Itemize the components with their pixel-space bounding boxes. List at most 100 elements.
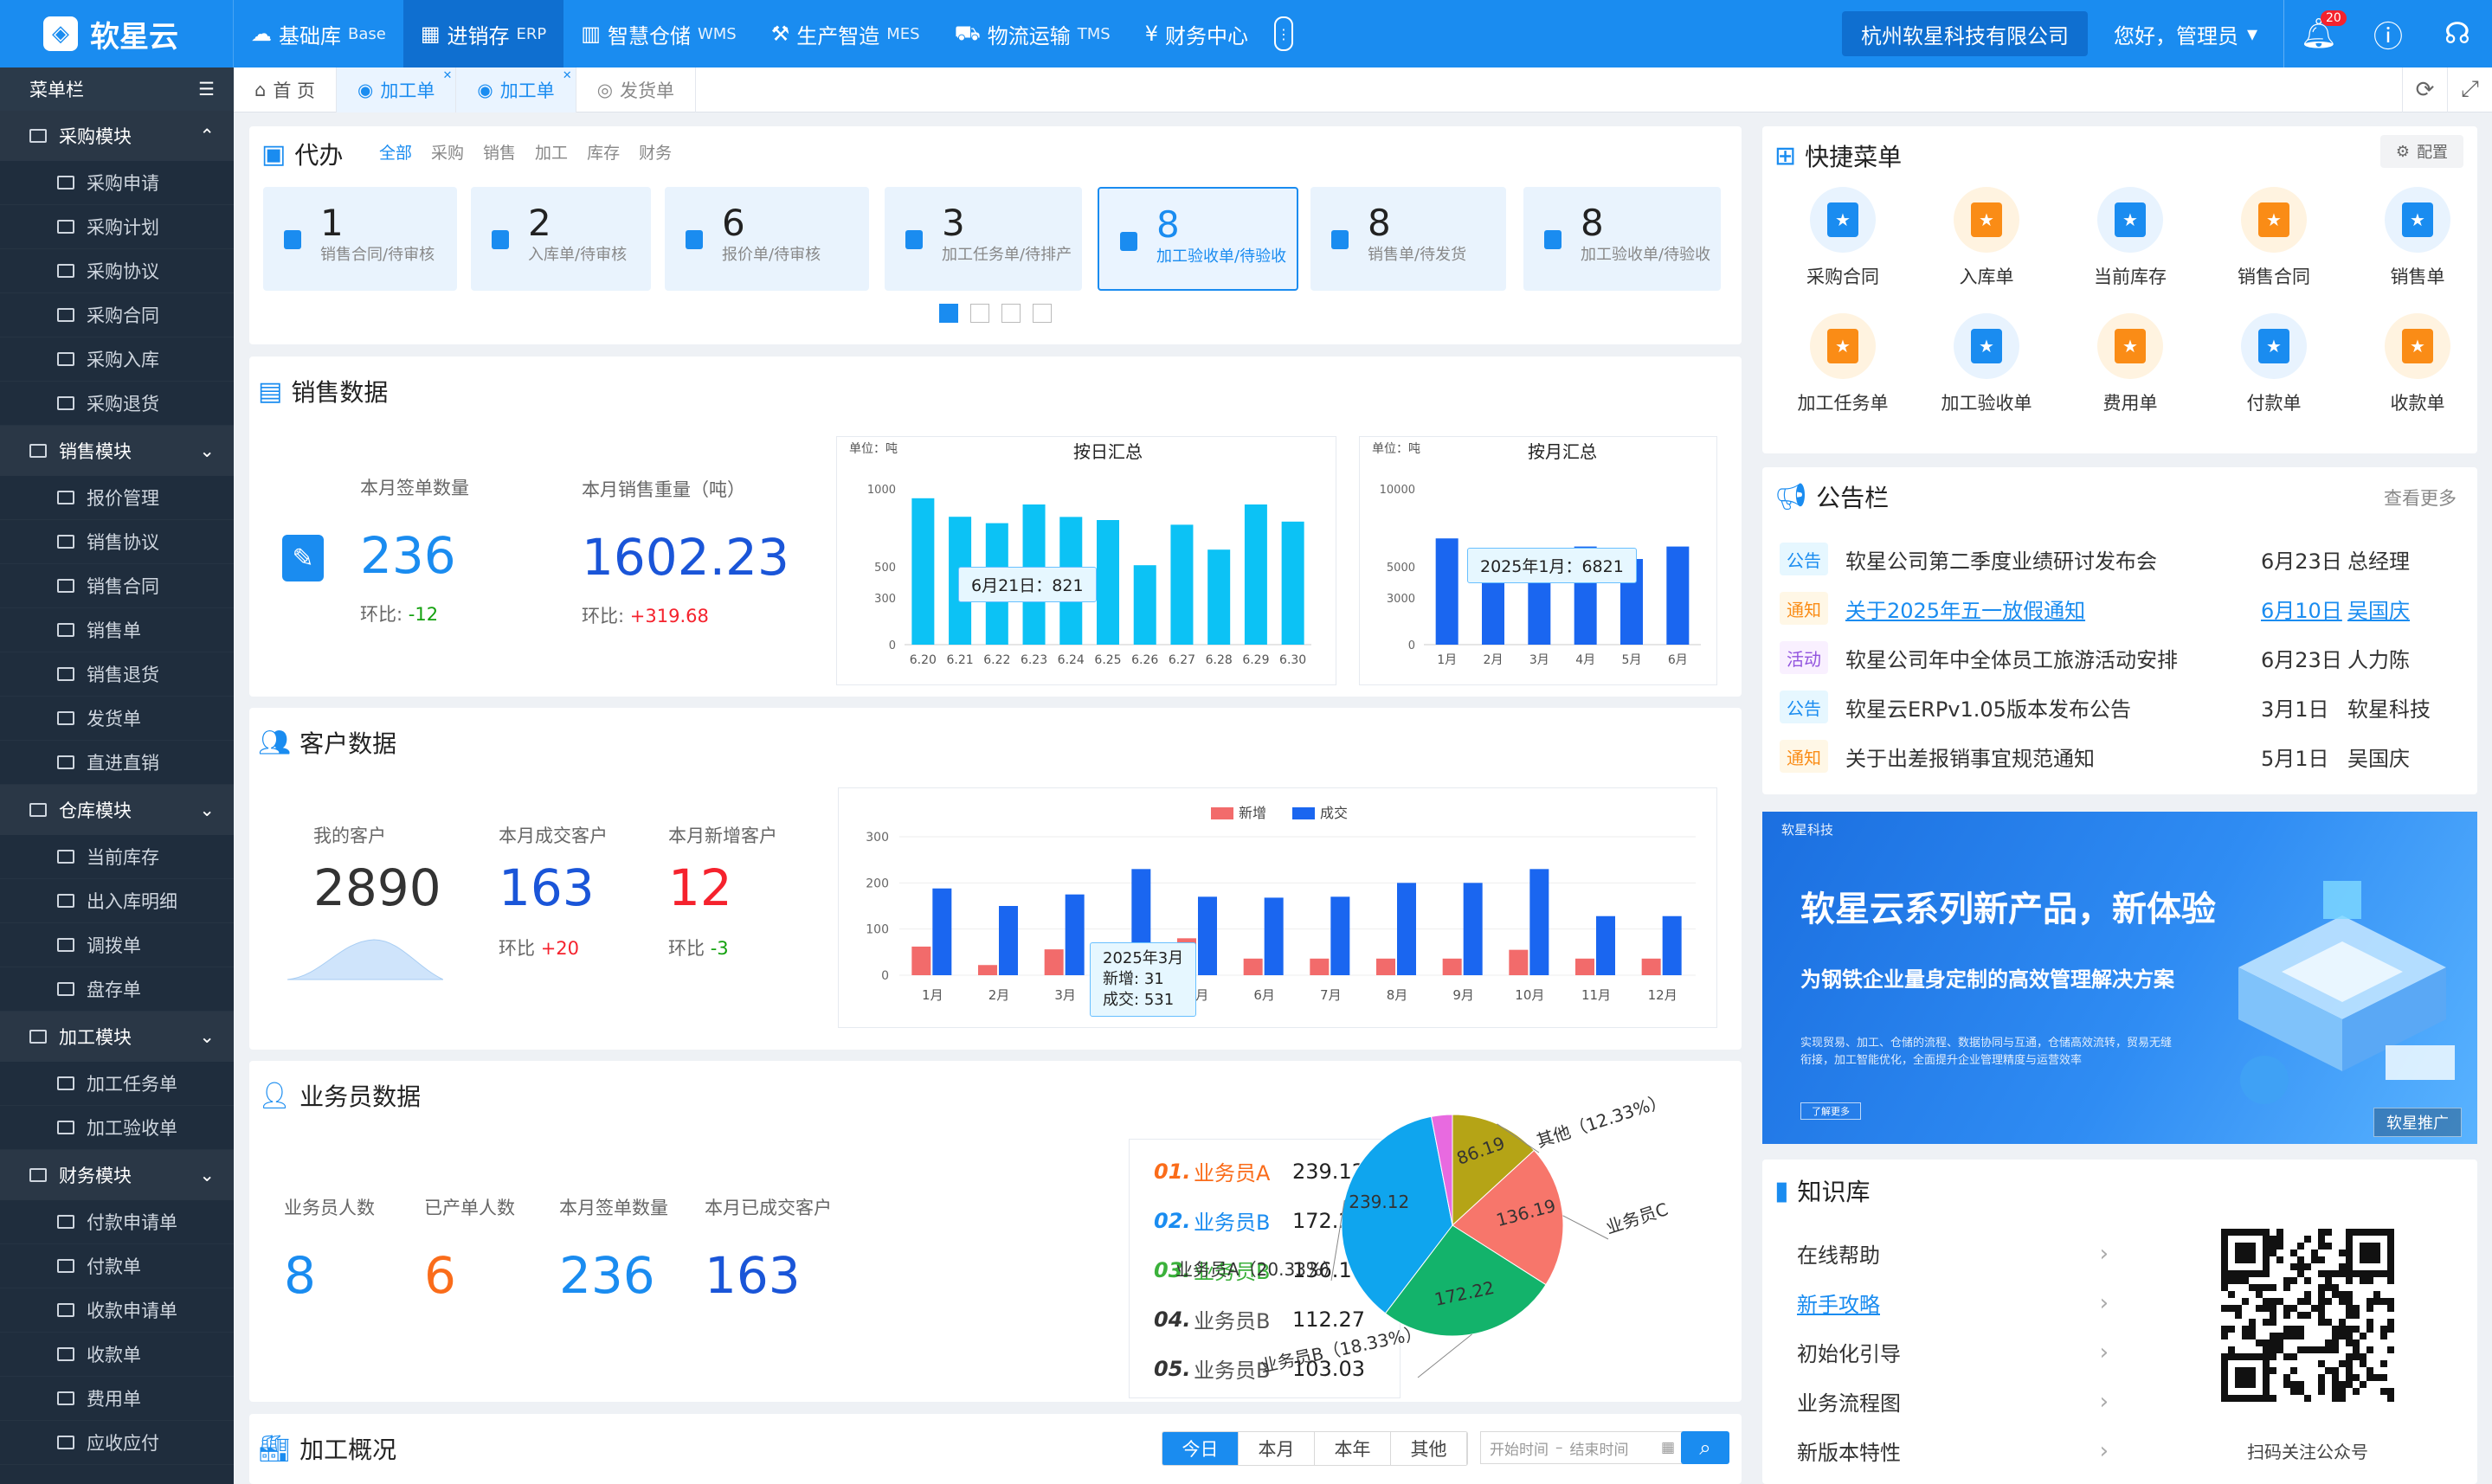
bar[interactable]: [911, 498, 935, 645]
sidebar-item[interactable]: 收款单: [0, 1333, 234, 1377]
bar[interactable]: [1207, 549, 1231, 645]
sidebar-item[interactable]: 报价管理: [0, 476, 234, 520]
carousel-dot[interactable]: [970, 304, 989, 323]
bar[interactable]: [1509, 949, 1529, 975]
nav-store[interactable]: ▦ 进销存 ERP: [402, 0, 564, 67]
bar[interactable]: [1529, 869, 1549, 975]
sidebar-item[interactable]: 销售单: [0, 608, 234, 652]
knowledge-item[interactable]: 新手攻略 ›: [1797, 1278, 2109, 1327]
bar[interactable]: [1596, 915, 1615, 975]
knowledge-item[interactable]: 初始化引导 ›: [1797, 1327, 2109, 1377]
help-button[interactable]: ⓘ: [2354, 0, 2423, 67]
period-option[interactable]: 其他: [1391, 1432, 1467, 1465]
notice-title[interactable]: 关于出差报销事宜规范通知: [1845, 742, 2261, 772]
notification-button[interactable]: 🔔︎ 20: [2284, 0, 2354, 67]
todo-filter[interactable]: 库存: [587, 140, 620, 164]
todo-card[interactable]: 6 报价单/待审核: [665, 187, 869, 291]
knowledge-item[interactable]: 新版本特性 ›: [1797, 1426, 2109, 1475]
bar[interactable]: [1641, 958, 1661, 975]
notice-title[interactable]: 软星公司第二季度业绩研讨发布会: [1845, 544, 2261, 575]
todo-filter[interactable]: 财务: [639, 140, 672, 164]
quick-menu-item[interactable]: ★ 入库单: [1915, 187, 2058, 289]
sidebar-item[interactable]: 盘存单: [0, 967, 234, 1012]
sidebar-item[interactable]: 应收应付: [0, 1421, 234, 1465]
notice-row[interactable]: 通知 关于出差报销事宜规范通知 5月1日 吴国庆: [1780, 732, 2472, 781]
bar[interactable]: [1662, 915, 1682, 975]
quick-menu-item[interactable]: ★ 销售单: [2346, 187, 2489, 289]
bar[interactable]: [1281, 521, 1304, 645]
todo-card[interactable]: 3 加工任务单/待排产: [885, 187, 1082, 291]
sidebar-item[interactable]: 加工任务单: [0, 1062, 234, 1106]
quick-menu-item[interactable]: ★ 收款单: [2346, 313, 2489, 415]
nav-yen[interactable]: ¥ 财务中心: [1128, 0, 1265, 67]
bar[interactable]: [1397, 883, 1416, 975]
carousel-dot[interactable]: [1001, 304, 1021, 323]
quick-menu-item[interactable]: ★ 加工任务单: [1771, 313, 1915, 415]
todo-filter[interactable]: 销售: [483, 140, 516, 164]
bar[interactable]: [1264, 897, 1284, 975]
bar[interactable]: [1463, 883, 1483, 975]
bar[interactable]: [1442, 958, 1462, 975]
notice-title[interactable]: 软星云ERPv1.05版本发布公告: [1845, 692, 2261, 723]
nav-cloud[interactable]: ☁ 基础库 Base: [234, 0, 403, 67]
view-more-link[interactable]: 查看更多: [2384, 485, 2457, 511]
user-menu[interactable]: 您好，管理员 ▾: [2114, 0, 2284, 67]
sidebar-item[interactable]: 调拨单: [0, 923, 234, 967]
close-icon[interactable]: ✕: [442, 69, 452, 82]
bar[interactable]: [1244, 504, 1267, 645]
nav-factory[interactable]: ⚒ 生产智造 MES: [754, 0, 937, 67]
sliders-icon[interactable]: ☰: [198, 79, 215, 100]
quick-menu-item[interactable]: ★ 加工验收单: [1915, 313, 2058, 415]
period-option[interactable]: 今日: [1162, 1432, 1239, 1465]
sidebar-item[interactable]: 出入库明细: [0, 879, 234, 923]
sidebar-item[interactable]: 加工验收单: [0, 1106, 234, 1150]
tab-processing-order-2[interactable]: ◉ 加工单 ✕: [456, 67, 576, 112]
company-selector[interactable]: 杭州软星科技有限公司: [1841, 11, 2088, 56]
notice-row[interactable]: 公告 软星云ERPv1.05版本发布公告 3月1日 软星科技: [1780, 683, 2472, 731]
sidebar-group-3[interactable]: 加工模块 ⌄: [0, 1012, 234, 1062]
nav-truck[interactable]: ⛟ 物流运输 TMS: [937, 0, 1128, 67]
promo-more-button[interactable]: 了解更多: [1800, 1102, 1861, 1120]
quick-menu-item[interactable]: ★ 费用单: [2058, 313, 2202, 415]
sidebar-item[interactable]: 销售退货: [0, 652, 234, 697]
bar[interactable]: [1330, 896, 1350, 975]
sidebar-item[interactable]: 采购入库: [0, 337, 234, 382]
knowledge-item[interactable]: 业务流程图 ›: [1797, 1377, 2109, 1426]
bar[interactable]: [932, 888, 952, 975]
sidebar-group-1[interactable]: 销售模块 ⌄: [0, 426, 234, 476]
bar[interactable]: [911, 946, 931, 975]
bar[interactable]: [1065, 894, 1085, 975]
notice-row[interactable]: 公告 软星公司第二季度业绩研讨发布会 6月23日 总经理: [1780, 535, 2472, 583]
todo-card[interactable]: 8 销售单/待发货: [1310, 187, 1506, 291]
quick-menu-item[interactable]: ★ 付款单: [2202, 313, 2346, 415]
bar[interactable]: [1097, 520, 1119, 645]
bar[interactable]: [1376, 958, 1395, 975]
carousel-dot[interactable]: [1033, 304, 1052, 323]
promo-banner[interactable]: 软星科技 软星云系列新产品，新体验 为钢铁企业量身定制的高效管理解决方案 实现贸…: [1762, 812, 2477, 1144]
fullscreen-icon[interactable]: ⤢: [2447, 67, 2492, 112]
bar[interactable]: [1243, 958, 1263, 975]
bar[interactable]: [1170, 524, 1194, 645]
notice-row[interactable]: 活动 软星公司年中全体员工旅游活动安排 6月23日 人力陈: [1780, 633, 2472, 682]
todo-card[interactable]: 8 加工验收单/待验收: [1098, 187, 1298, 291]
sidebar-item[interactable]: 付款申请单: [0, 1200, 234, 1244]
tab-processing-order-1[interactable]: ◉ 加工单 ✕: [337, 67, 457, 112]
search-button[interactable]: ⌕: [1681, 1431, 1729, 1464]
refresh-icon[interactable]: ⟳: [2402, 67, 2447, 112]
sidebar-item[interactable]: 销售协议: [0, 520, 234, 564]
notice-title[interactable]: 软星公司年中全体员工旅游活动安排: [1845, 643, 2261, 673]
bar[interactable]: [1133, 565, 1156, 645]
todo-card[interactable]: 2 入库单/待审核: [471, 187, 651, 291]
sidebar-item[interactable]: 采购计划: [0, 205, 234, 249]
quick-menu-item[interactable]: ★ 采购合同: [1771, 187, 1915, 289]
more-modules-icon[interactable]: ⋮: [1274, 16, 1294, 51]
nav-warehouse[interactable]: ▥ 智慧仓储 WMS: [563, 0, 753, 67]
bar[interactable]: [1575, 958, 1594, 975]
sidebar-group-0[interactable]: 采购模块 ⌃: [0, 111, 234, 161]
sidebar-item[interactable]: 费用单: [0, 1377, 234, 1421]
todo-card[interactable]: 8 加工验收单/待验收: [1523, 187, 1721, 291]
quick-menu-item[interactable]: ★ 销售合同: [2202, 187, 2346, 289]
bar[interactable]: [978, 965, 997, 975]
quick-menu-item[interactable]: ★ 当前库存: [2058, 187, 2202, 289]
bar[interactable]: [1310, 958, 1330, 975]
